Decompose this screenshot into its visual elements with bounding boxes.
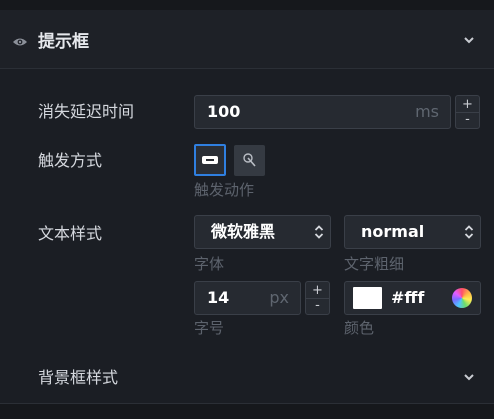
font-size-value: 14 — [207, 288, 230, 307]
delay-value: 100 — [207, 102, 241, 121]
trigger-click-button[interactable] — [194, 144, 226, 176]
font-weight-sublabel: 文字粗细 — [344, 255, 405, 273]
text-style-label: 文本样式 — [38, 224, 103, 243]
color-value: #fff — [391, 288, 425, 307]
font-size-stepper[interactable]: + - — [305, 281, 330, 315]
chevron-down-icon[interactable] — [464, 37, 474, 44]
footer-bar — [0, 403, 494, 419]
trigger-hover-button[interactable] — [234, 145, 265, 176]
click-icon — [202, 156, 218, 164]
eye-icon[interactable] — [12, 37, 28, 47]
color-wheel-icon[interactable] — [452, 288, 472, 308]
chevron-down-icon[interactable] — [464, 374, 474, 381]
font-family-sublabel: 字体 — [194, 255, 225, 273]
font-size-decrement-button[interactable]: - — [306, 299, 329, 313]
font-weight-select[interactable]: normal — [344, 215, 481, 249]
font-size-unit: px — [269, 288, 289, 307]
delay-increment-button[interactable]: + — [456, 98, 479, 112]
font-family-value: 微软雅黑 — [211, 222, 276, 241]
delay-input[interactable]: 100 ms — [194, 95, 451, 129]
select-arrows-icon — [314, 225, 324, 239]
color-input[interactable]: #fff — [344, 281, 481, 315]
trigger-label: 触发方式 — [38, 151, 103, 170]
font-weight-value: normal — [361, 222, 425, 241]
color-swatch[interactable] — [353, 287, 382, 309]
select-arrows-icon — [464, 225, 474, 239]
font-size-increment-button[interactable]: + — [306, 284, 329, 298]
trigger-sublabel: 触发动作 — [194, 181, 255, 199]
delay-decrement-button[interactable]: - — [456, 113, 479, 127]
panel-header[interactable]: 提示框 — [0, 10, 494, 69]
color-sublabel: 颜色 — [344, 319, 375, 337]
delay-label: 消失延迟时间 — [38, 102, 135, 121]
top-bar — [0, 0, 494, 10]
font-family-select[interactable]: 微软雅黑 — [194, 215, 331, 249]
panel-title: 提示框 — [38, 32, 89, 52]
delay-stepper[interactable]: + - — [455, 95, 480, 129]
cursor-icon — [243, 153, 256, 167]
delay-unit: ms — [415, 102, 439, 121]
font-size-sublabel: 字号 — [194, 319, 225, 337]
background-style-label[interactable]: 背景框样式 — [38, 367, 118, 389]
font-size-input[interactable]: 14 px — [194, 281, 301, 315]
